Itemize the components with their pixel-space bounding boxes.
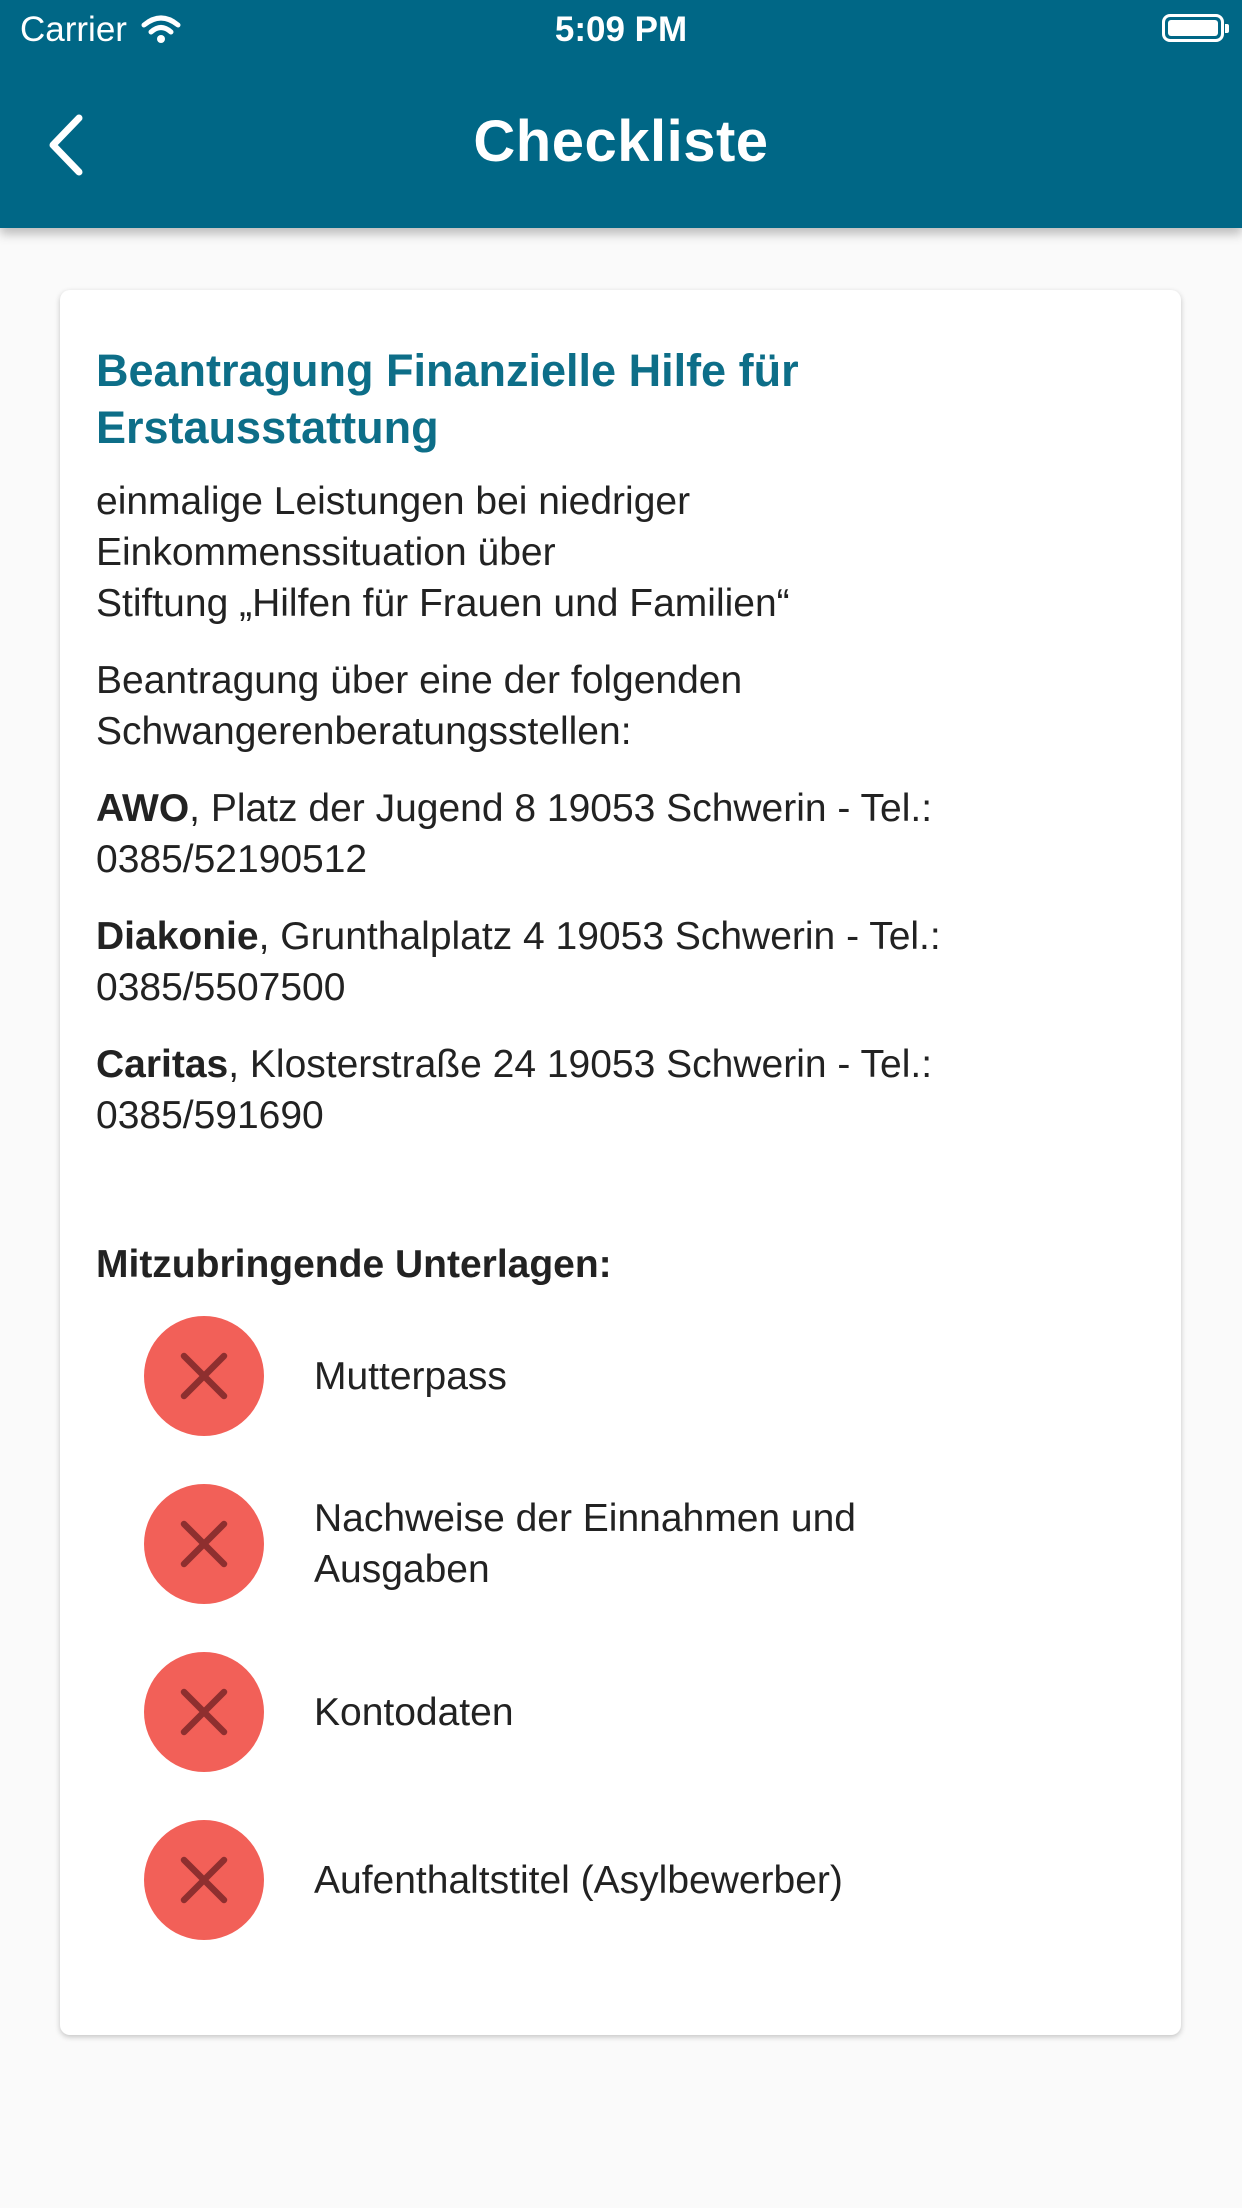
document-label: Aufenthaltstitel (Asylbewerber) — [314, 1855, 843, 1906]
intro-text: einmalige Leistungen bei niedriger Einko… — [96, 476, 1145, 629]
office-address: , Grunthalplatz 4 19053 Schwerin - Tel.: — [258, 915, 941, 958]
office-address: , Platz der Jugend 8 19053 Schwerin - Te… — [189, 787, 933, 830]
document-label-line: Ausgaben — [314, 1548, 490, 1591]
close-icon — [180, 1688, 228, 1736]
document-status-toggle[interactable] — [144, 1484, 264, 1604]
document-label-line: Nachweise der Einnahmen und — [314, 1497, 857, 1540]
documents-heading: Mitzubringende Unterlagen: — [96, 1243, 612, 1286]
battery-icon — [1162, 14, 1229, 42]
application-line: Beantragung über eine der folgenden — [96, 659, 743, 702]
page-title: Checkliste — [473, 109, 769, 174]
office-phone: 0385/5507500 — [96, 966, 346, 1009]
document-item-aufenthaltstitel[interactable]: Aufenthaltstitel (Asylbewerber) — [96, 1820, 1145, 1940]
card-title: Beantragung Finanzielle Hilfe für Erstau… — [96, 342, 1145, 456]
checklist-card: Beantragung Finanzielle Hilfe für Erstau… — [60, 290, 1181, 2035]
intro-line: Einkommenssituation über — [96, 531, 556, 574]
document-label: Nachweise der Einnahmen und Ausgaben — [314, 1493, 856, 1595]
card-title-line: Beantragung Finanzielle Hilfe für — [96, 345, 799, 396]
document-label-line: Aufenthaltstitel (Asylbewerber) — [314, 1858, 843, 1902]
office-name: AWO — [96, 787, 190, 830]
close-icon — [180, 1352, 228, 1400]
document-label-line: Mutterpass — [314, 1354, 507, 1398]
document-item-nachweise[interactable]: Nachweise der Einnahmen und Ausgaben — [96, 1484, 1145, 1604]
app-bar: Carrier 5:09 PM Checkliste — [0, 0, 1242, 228]
application-line: Schwangerenberatungsstellen: — [96, 710, 632, 753]
status-clock: 5:09 PM — [554, 10, 688, 49]
office-awo: AWO, Platz der Jugend 8 19053 Schwerin -… — [96, 783, 1145, 885]
card-title-line: Erstausstattung — [96, 402, 439, 453]
office-phone: 0385/591690 — [96, 1094, 324, 1137]
documents-list: Mutterpass Nachweise der Einnahmen und A… — [96, 1316, 1145, 1940]
office-phone: 0385/52190512 — [96, 838, 368, 881]
office-caritas: Caritas, Klosterstraße 24 19053 Schwerin… — [96, 1039, 1145, 1141]
document-status-toggle[interactable] — [144, 1316, 264, 1436]
office-name: Diakonie — [96, 915, 259, 958]
application-text: Beantragung über eine der folgenden Schw… — [96, 655, 1145, 757]
document-item-kontodaten[interactable]: Kontodaten — [96, 1652, 1145, 1772]
office-name: Caritas — [96, 1043, 229, 1086]
document-label: Kontodaten — [314, 1687, 514, 1738]
office-diakonie: Diakonie, Grunthalplatz 4 19053 Schwerin… — [96, 911, 1145, 1013]
document-label: Mutterpass — [314, 1351, 507, 1402]
document-item-mutterpass[interactable]: Mutterpass — [96, 1316, 1145, 1436]
office-address: , Klosterstraße 24 19053 Schwerin - Tel.… — [228, 1043, 933, 1086]
document-status-toggle[interactable] — [144, 1820, 264, 1940]
intro-line: einmalige Leistungen bei niedriger — [96, 480, 691, 523]
close-icon — [180, 1856, 228, 1904]
document-status-toggle[interactable] — [144, 1652, 264, 1772]
document-label-line: Kontodaten — [314, 1690, 514, 1734]
intro-line: Stiftung „Hilfen für Frauen und Familien… — [96, 582, 790, 625]
status-bar: Carrier 5:09 PM — [0, 0, 1242, 62]
close-icon — [180, 1520, 228, 1568]
